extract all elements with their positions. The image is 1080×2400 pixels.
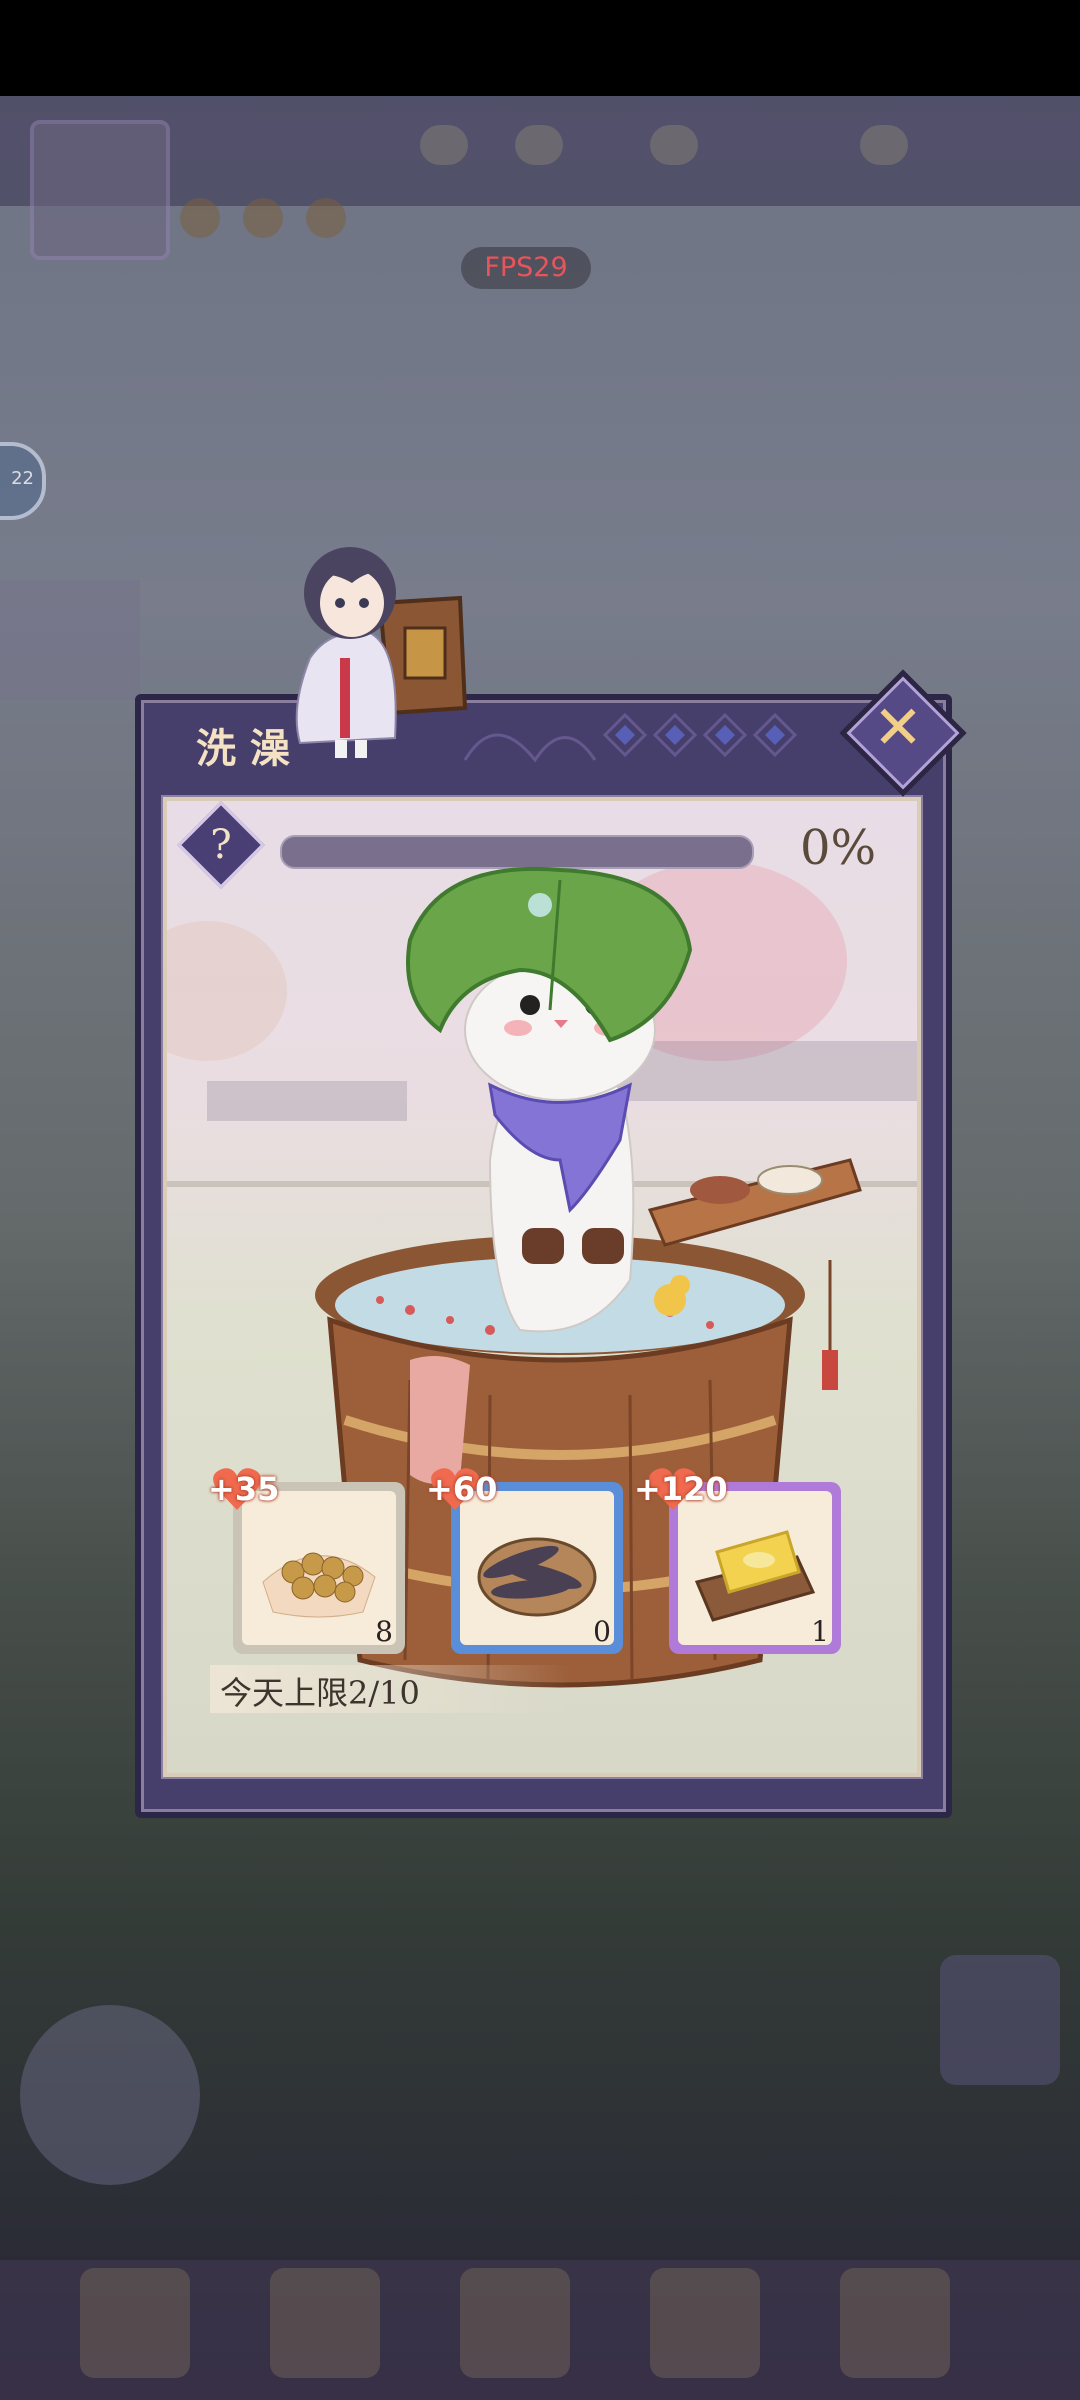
resource-icon bbox=[860, 125, 908, 165]
nav-icon bbox=[270, 2268, 380, 2378]
help-icon: ? bbox=[210, 822, 232, 868]
nav-icon bbox=[650, 2268, 760, 2378]
daily-limit-text: 今天上限2/10 bbox=[220, 1674, 420, 1712]
close-icon: ✕ bbox=[872, 693, 924, 763]
nav-icon bbox=[460, 2268, 570, 2378]
affection-bonus: +120 bbox=[634, 1470, 728, 1508]
resource-icon bbox=[420, 125, 468, 165]
soap-pods-basket-icon bbox=[477, 1537, 597, 1617]
item-count: 0 bbox=[593, 1615, 611, 1648]
side-button-label: 22 bbox=[11, 468, 34, 489]
medal-icon bbox=[180, 198, 220, 238]
nav-icon bbox=[80, 2268, 190, 2378]
player-avatar[interactable] bbox=[30, 120, 170, 260]
item-count: 8 bbox=[375, 1615, 393, 1648]
resource-icon bbox=[650, 125, 698, 165]
status-bar bbox=[0, 0, 1080, 96]
item-count: 1 bbox=[811, 1615, 829, 1648]
side-character-card bbox=[0, 580, 140, 700]
medal-icon bbox=[243, 198, 283, 238]
character-portrait-button bbox=[20, 2005, 200, 2185]
resource-icon bbox=[515, 125, 563, 165]
medal-icon bbox=[306, 198, 346, 238]
building-icon bbox=[940, 1955, 1060, 2085]
soap-bar-icon bbox=[694, 1530, 816, 1622]
title-ornament bbox=[463, 712, 798, 763]
nav-icon bbox=[840, 2268, 950, 2378]
affection-bonus: +35 bbox=[208, 1470, 280, 1508]
affection-bonus: +60 bbox=[426, 1470, 498, 1508]
fps-counter: FPS29 bbox=[461, 247, 591, 289]
potato-snack-icon bbox=[262, 1552, 376, 1618]
chibi-character-sprite bbox=[295, 547, 468, 758]
